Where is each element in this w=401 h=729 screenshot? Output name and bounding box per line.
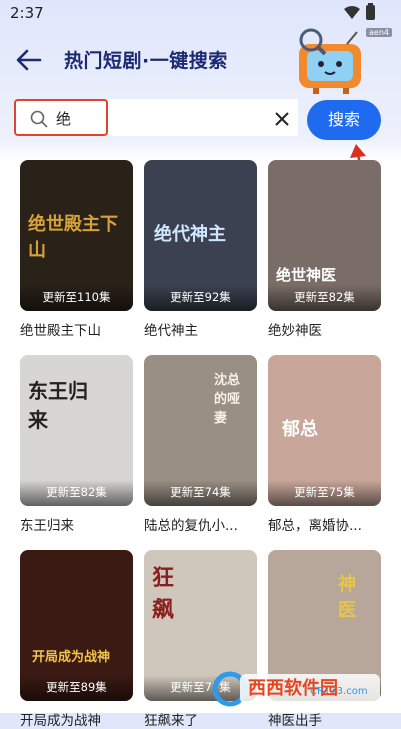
poster-art-text: 绝世殿主下山 <box>28 214 118 261</box>
poster-art-text: 狂飙 <box>152 565 175 623</box>
episode-count: 更新至110集 <box>42 290 111 304</box>
drama-poster[interactable]: 开局成为战神 更新至89集 <box>20 550 133 701</box>
watermark-url: CR173.com <box>310 686 368 697</box>
drama-title[interactable]: 狂飙来了 <box>144 709 257 729</box>
drama-poster[interactable]: 绝代神主 更新至92集 <box>144 160 257 311</box>
version-tag: aen4 <box>366 28 392 37</box>
poster-art-text: 绝世神医 <box>276 266 337 284</box>
status-icons <box>344 3 375 20</box>
drama-title[interactable]: 郁总，离婚协... <box>268 514 381 534</box>
search-field-background[interactable] <box>108 99 298 136</box>
status-time: 2:37 <box>10 4 44 22</box>
drama-title[interactable]: 东王归来 <box>20 514 133 534</box>
wifi-icon <box>344 5 360 19</box>
header: 热门短剧·一键搜索 aen4 <box>0 28 401 94</box>
episode-count: 更新至82集 <box>294 290 355 304</box>
drama-poster[interactable]: 郁总 更新至75集 <box>268 355 381 506</box>
search-button[interactable]: 搜索 <box>307 100 381 140</box>
clear-icon[interactable] <box>274 111 290 127</box>
drama-poster[interactable]: 东王归来 更新至82集 <box>20 355 133 506</box>
episode-count: 更新至74集 <box>170 485 231 499</box>
drama-title[interactable]: 神医出手 <box>268 709 381 729</box>
drama-card[interactable]: 绝代神主 更新至92集 绝代神主 <box>144 160 257 339</box>
tv-mascot-icon <box>299 28 361 94</box>
drama-title[interactable]: 开局成为战神 <box>20 709 133 729</box>
drama-card[interactable]: 绝世神医 更新至82集 绝妙神医 <box>268 160 381 339</box>
search-icon <box>30 110 48 128</box>
drama-title[interactable]: 陆总的复仇小... <box>144 514 257 534</box>
poster-art-text: 东王归来 <box>28 379 88 432</box>
drama-poster[interactable]: 绝世殿主下山 更新至110集 <box>20 160 133 311</box>
battery-icon <box>366 3 375 20</box>
drama-poster[interactable]: 沈总的哑妻 更新至74集 <box>144 355 257 506</box>
episode-count: 更新至75集 <box>294 485 355 499</box>
site-watermark-logo: 西西软件园 CR173.com <box>212 670 382 708</box>
episode-count: 更新至82集 <box>46 485 107 499</box>
drama-title[interactable]: 绝世殿主下山 <box>20 319 133 339</box>
poster-art-text: 沈总的哑妻 <box>214 373 241 426</box>
drama-card[interactable]: 开局成为战神 更新至89集 开局成为战神 <box>20 550 133 729</box>
drama-card[interactable]: 沈总的哑妻 更新至74集 陆总的复仇小... <box>144 355 257 534</box>
poster-art-text: 神医 <box>338 574 356 621</box>
search-input[interactable] <box>56 109 106 127</box>
back-arrow-icon[interactable] <box>14 46 44 74</box>
drama-card[interactable]: 郁总 更新至75集 郁总，离婚协... <box>268 355 381 534</box>
episode-count: 更新至92集 <box>170 290 231 304</box>
episode-count: 更新至89集 <box>46 680 107 694</box>
poster-art-text: 绝代神主 <box>154 224 226 245</box>
drama-title[interactable]: 绝妙神医 <box>268 319 381 339</box>
drama-card[interactable]: 绝世殿主下山 更新至110集 绝世殿主下山 <box>20 160 133 339</box>
poster-art-text: 郁总 <box>282 419 318 440</box>
drama-title[interactable]: 绝代神主 <box>144 319 257 339</box>
page-title: 热门短剧·一键搜索 <box>64 50 228 72</box>
poster-art-text: 开局成为战神 <box>32 650 111 665</box>
search-field[interactable] <box>14 99 108 136</box>
drama-poster[interactable]: 绝世神医 更新至82集 <box>268 160 381 311</box>
drama-card[interactable]: 东王归来 更新至82集 东王归来 <box>20 355 133 534</box>
status-bar: 2:37 <box>0 0 401 28</box>
